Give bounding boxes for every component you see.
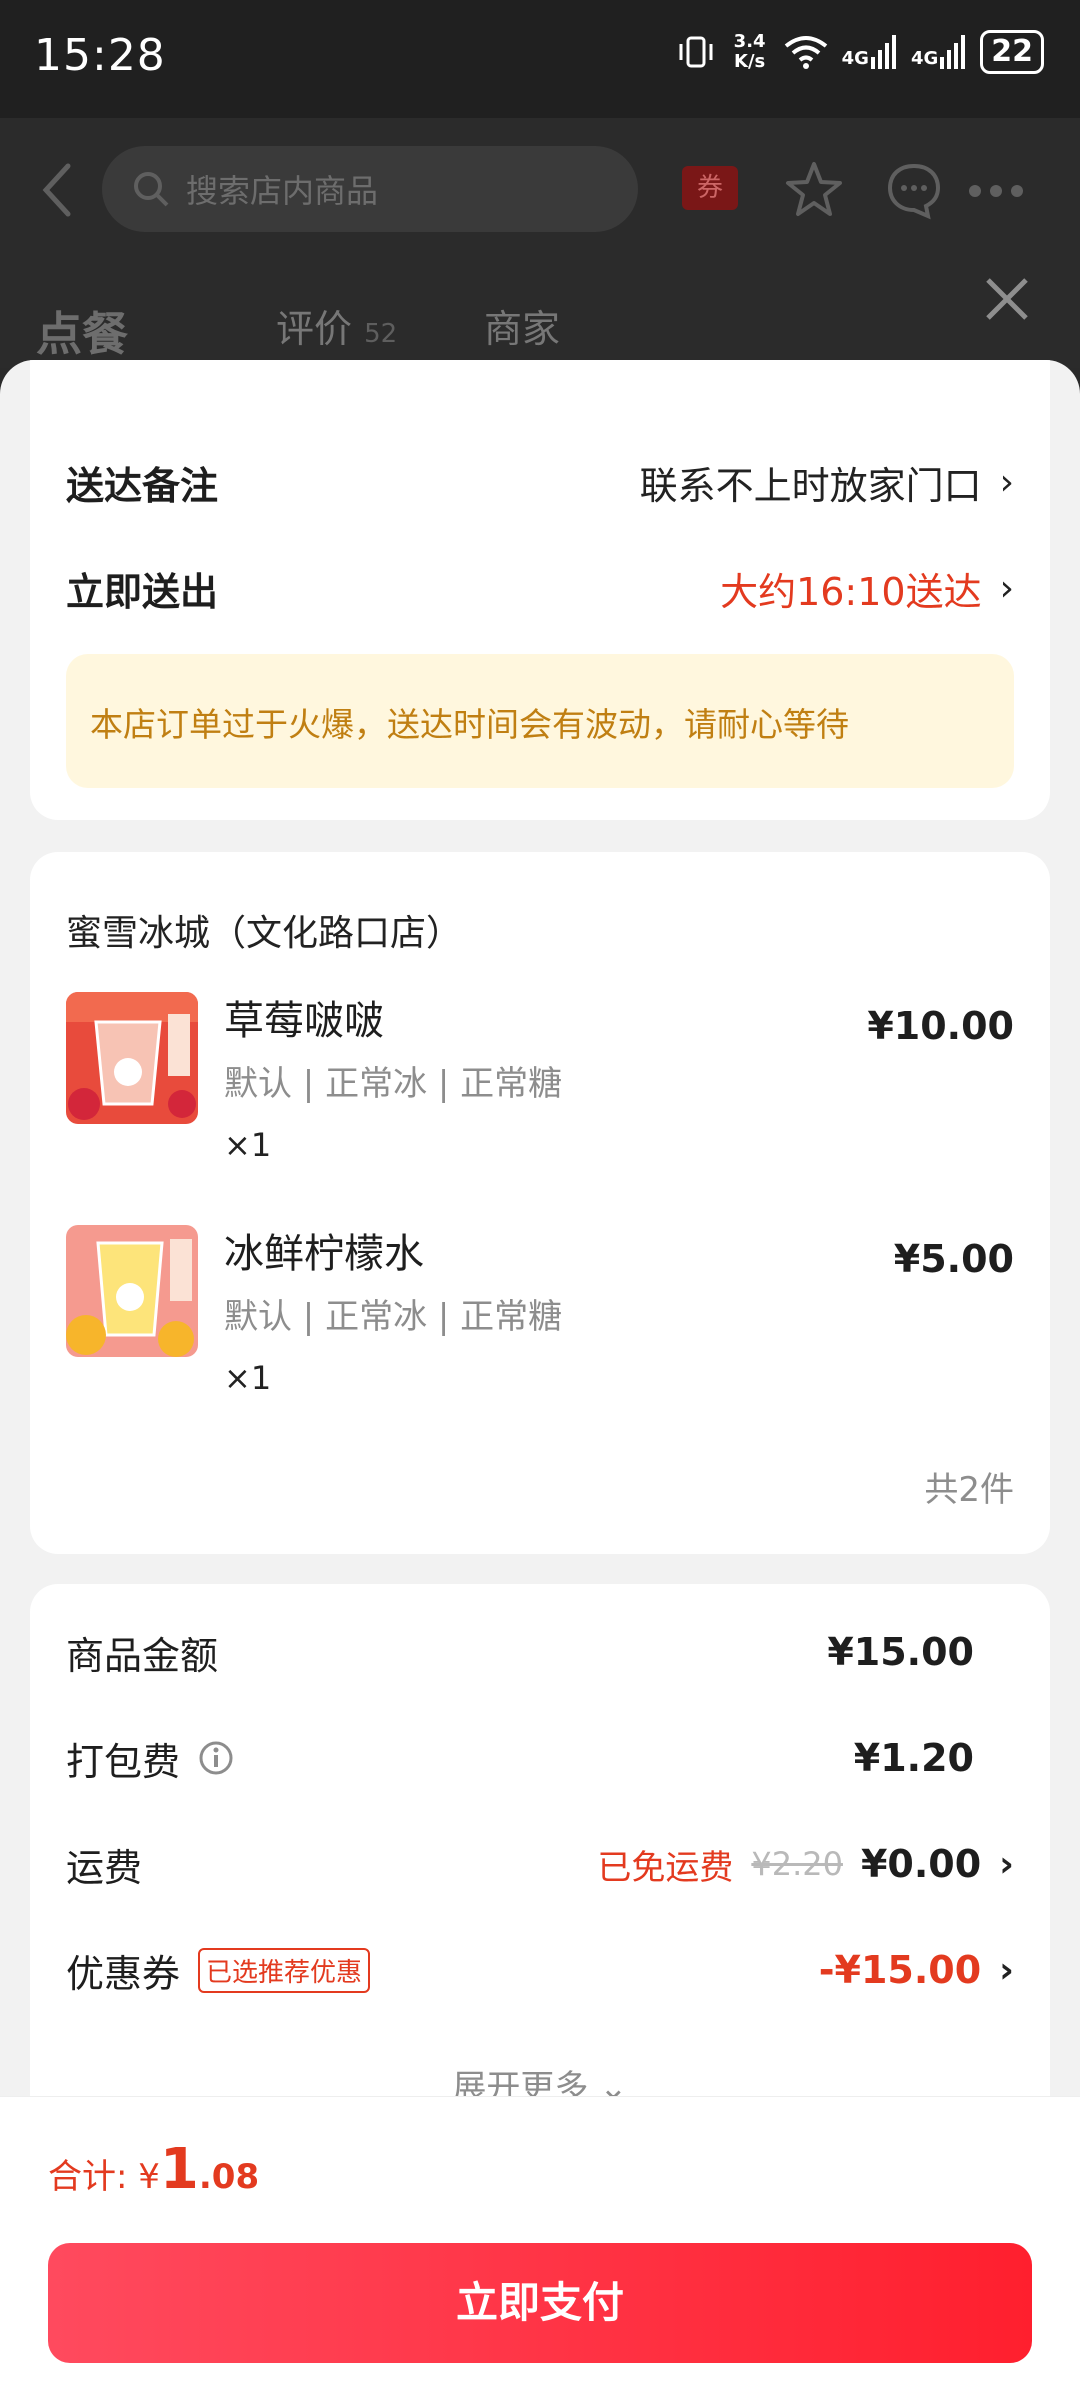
item-price: ¥5.00 [893,1237,1014,1281]
delivery-time-value-wrap: 大约16:10送达 › [720,561,1014,616]
vibrate-icon [679,36,713,68]
info-icon[interactable] [198,1740,234,1776]
packing-fee-label: 打包费 [66,1739,181,1784]
search-icon [134,172,169,207]
coupon-value: -¥15.00 [818,1948,982,1992]
tab-order-label: 点餐 [36,307,128,361]
lemon-drink-image [66,1225,198,1357]
checkout-bottom-bar: 合计: ¥1.08 立即支付 [0,2096,1080,2400]
total-decimal: .08 [198,2157,260,2197]
delivery-note-row[interactable]: 送达备注 联系不上时放家门口 › [66,452,1014,512]
shipping-label: 运费 [66,1845,143,1890]
free-shipping-text: 已免运费 [597,1847,734,1888]
item-spec: 默认 | 正常冰 | 正常糖 [224,1297,563,1337]
item-price: ¥10.00 [867,1004,1014,1048]
goods-amount-wrap: ¥15.00 [827,1630,1014,1674]
busy-notice: 本店订单过于火爆，送达时间会有波动，请耐心等待 [66,654,1014,788]
list-item[interactable]: 冰鲜柠檬水 默认 | 正常冰 | 正常糖 ×1 ¥5.00 [66,1225,1014,1425]
tab-merchant[interactable]: 商家 [484,298,560,353]
more-icon[interactable] [968,184,1024,198]
shipping-value-wrap: 已免运费 ¥2.20 ¥0.00 › [597,1840,1014,1889]
coupon-label-wrap: 优惠券 已选推荐优惠 [66,1943,371,1998]
chevron-right-icon: › [999,1843,1014,1885]
chat-icon[interactable] [884,160,944,220]
signal-bars-icon [870,35,896,69]
shipping-value: ¥0.00 [860,1842,982,1886]
goods-amount-value: ¥15.00 [827,1630,974,1674]
delivery-note-value-wrap: 联系不上时放家门口 › [640,455,1014,510]
packing-fee-row: 打包费 ¥1.20 [66,1728,1014,1788]
coupon-recommended-badge: 已选推荐优惠 [198,1947,371,1993]
product-thumbnail-strawberry [66,992,198,1124]
delivery-note-label: 送达备注 [66,463,219,508]
coupon-row[interactable]: 优惠券 已选推荐优惠 -¥15.00 › [66,1940,1014,2000]
product-thumbnail-lemon [66,1225,198,1357]
star-icon[interactable] [784,160,844,220]
pay-now-button[interactable]: 立即支付 [48,2243,1032,2363]
close-icon[interactable] [982,274,1032,324]
tab-reviews[interactable]: 评价 52 [276,298,397,353]
search-input[interactable]: 搜索店内商品 [102,146,638,232]
wifi-icon [784,36,827,69]
packing-fee-wrap: ¥1.20 [854,1736,1014,1780]
strawberry-drink-image [66,992,198,1124]
delivery-time-row[interactable]: 立即送出 大约16:10送达 › [66,558,1014,618]
packing-fee-value: ¥1.20 [853,1736,974,1780]
item-qty: ×1 [224,1126,272,1164]
expand-more-link[interactable]: 展开更多 ⌄ [0,2060,1080,2096]
status-time: 15:28 [34,30,166,81]
item-qty: ×1 [224,1359,272,1397]
chevron-right-icon: › [999,461,1014,503]
order-items-card: 蜜雪冰城（文化路口店） 草莓啵啵 默认 | 正常冰 | 正常糖 ×1 ¥10.0… [30,852,1050,1554]
delivery-note-value: 联系不上时放家门口 [639,463,982,508]
status-bar: 15:28 3.4 K/s 4G 4G 22 [0,0,1080,118]
tab-reviews-label: 评价 [276,307,353,351]
status-icons: 3.4 K/s 4G 4G 22 [676,30,1044,74]
chevron-down-icon: ⌄ [599,2068,628,2096]
fees-card: 商品金额 ¥15.00 打包费 ¥1.20 运费 已免运费 ¥2.20 ¥0.0… [30,1584,1050,2096]
total-integer: 1 [159,2137,199,2202]
total-label: 合计: ¥ [48,2157,160,2197]
delivery-time-label: 立即送出 [66,569,219,614]
tab-order[interactable]: 点餐 [36,298,128,364]
expand-more-label: 展开更多 [452,2068,589,2096]
item-spec: 默认 | 正常冰 | 正常糖 [224,1064,563,1104]
search-placeholder: 搜索店内商品 [186,172,379,210]
signal-bars-icon [940,35,966,69]
shipping-row[interactable]: 运费 已免运费 ¥2.20 ¥0.00 › [66,1834,1014,1894]
delivery-time-value: 大约16:10送达 [720,569,982,614]
coupon-tag[interactable]: 券 [682,166,738,210]
coupon-label: 优惠券 [66,1951,181,1996]
signal-1: 4G [842,35,897,69]
store-name: 蜜雪冰城（文化路口店） [66,913,463,954]
goods-amount-label: 商品金额 [66,1633,219,1678]
coupon-value-wrap: -¥15.00 › [819,1948,1014,1992]
list-item[interactable]: 草莓啵啵 默认 | 正常冰 | 正常糖 ×1 ¥10.00 [66,992,1014,1192]
original-shipping-price: ¥2.20 [751,1845,843,1883]
tab-merchant-label: 商家 [484,307,561,351]
review-count: 52 [364,319,398,349]
chevron-right-icon: › [999,1949,1014,1991]
signal-2-label: 4G [910,48,939,69]
goods-amount-row: 商品金额 ¥15.00 [66,1622,1014,1682]
net-speed: 3.4 K/s [733,31,766,72]
delivery-card: 送达备注 联系不上时放家门口 › 立即送出 大约16:10送达 › 本店订单过于… [30,360,1050,820]
checkout-sheet: 送达备注 联系不上时放家门口 › 立即送出 大约16:10送达 › 本店订单过于… [0,360,1080,2096]
order-total: 合计: ¥1.08 [48,2137,259,2202]
item-name: 草莓啵啵 [224,998,384,1044]
item-count: 共2件 [924,1470,1014,1510]
chevron-right-icon: › [999,567,1014,609]
packing-fee-label-wrap: 打包费 [66,1731,234,1786]
signal-2: 4G [911,35,966,69]
battery-indicator: 22 [980,30,1044,74]
item-name: 冰鲜柠檬水 [224,1231,424,1277]
signal-1-label: 4G [841,48,869,69]
back-arrow-icon[interactable] [38,160,74,220]
